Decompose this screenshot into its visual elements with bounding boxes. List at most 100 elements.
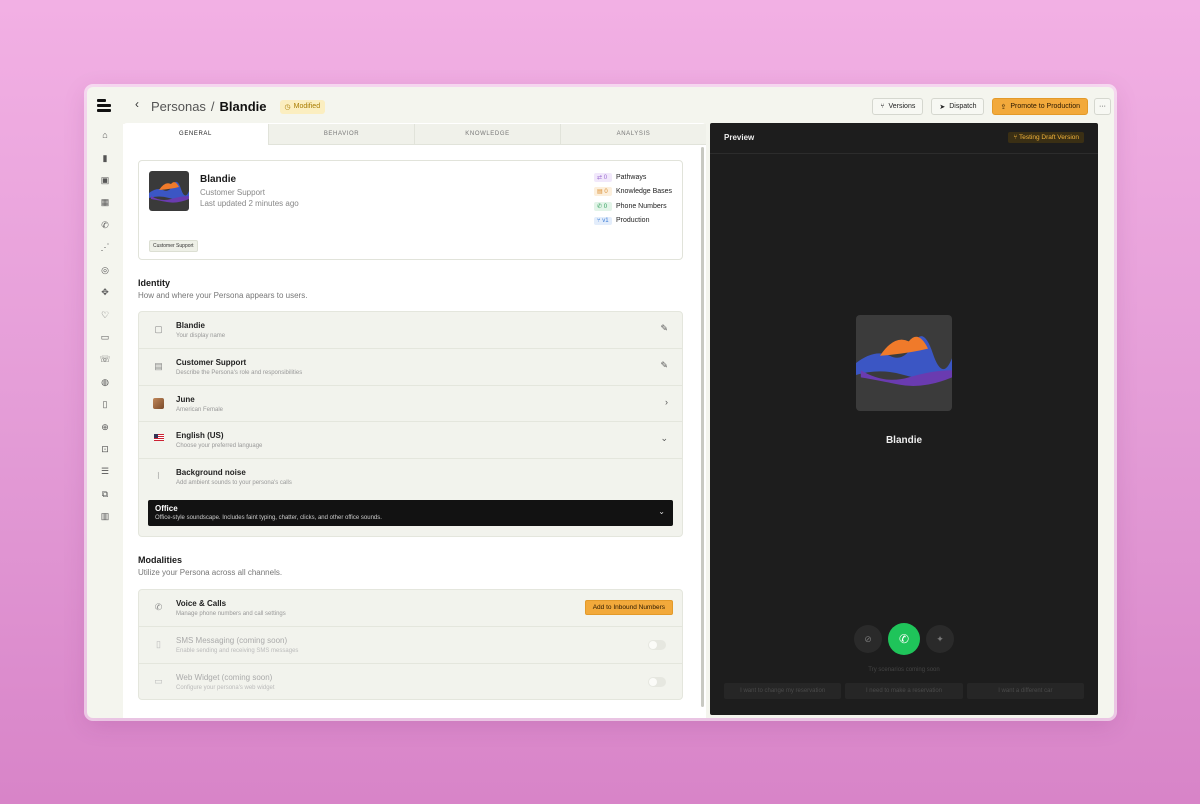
row-title: Web Widget (coming soon) bbox=[176, 672, 273, 682]
add-to-inbound-button[interactable]: Add to Inbound Numbers bbox=[584, 600, 673, 615]
sidebar-rail: ⌂ ▮ ▣ ▦ ✆ ⋰ ◎ ✥ ♡ ▭ ☏ ◍ ▯ ⊕ ⊡ ☰ ⧉ ▥ bbox=[87, 123, 123, 718]
row-subtitle: Add ambient sounds to your persona's cal… bbox=[176, 480, 292, 487]
identity-row-name[interactable]: ▢ Blandie Your display name ✎ bbox=[139, 312, 682, 349]
send-icon: ➤ bbox=[939, 103, 946, 111]
status-badge-label: Modified bbox=[293, 103, 321, 110]
stat-production[interactable]: ⑂ v1 Production bbox=[594, 214, 672, 229]
share-icon[interactable]: ⋰ bbox=[99, 241, 111, 253]
clock-icon: ◷ bbox=[284, 103, 291, 111]
row-title: Voice & Calls bbox=[176, 599, 227, 608]
identity-row-language[interactable]: English (US) Choose your preferred langu… bbox=[139, 422, 682, 460]
sparkle-icon[interactable]: ✦ bbox=[926, 625, 954, 653]
modality-row-widget: ▭ Web Widget (coming soon) Configure you… bbox=[139, 664, 682, 701]
versions-label: Versions bbox=[888, 103, 916, 110]
promote-button[interactable]: ⇪ Promote to Production bbox=[992, 98, 1088, 115]
row-subtitle: Your display name bbox=[176, 333, 226, 339]
branch-icon: ⑂ bbox=[880, 103, 885, 110]
tools-icon[interactable]: ⊡ bbox=[99, 443, 111, 455]
preview-persona-name: Blandie bbox=[885, 435, 923, 446]
persona-thumbnail bbox=[149, 171, 189, 211]
row-subtitle: Configure your persona's web widget bbox=[176, 684, 275, 691]
call-log-icon[interactable]: ☏ bbox=[99, 353, 111, 365]
breadcrumb-parent[interactable]: Personas bbox=[151, 99, 206, 114]
versions-button[interactable]: ⑂ Versions bbox=[872, 98, 924, 115]
integrations-icon[interactable]: ⧉ bbox=[99, 488, 111, 500]
globe-icon[interactable]: ◎ bbox=[99, 264, 111, 276]
chevron-down-icon[interactable]: ⌄ bbox=[660, 433, 668, 444]
suggestion-chip[interactable]: I want a different car bbox=[966, 683, 1084, 699]
chevron-right-icon[interactable]: › bbox=[665, 397, 668, 407]
document-icon[interactable]: ▯ bbox=[99, 398, 111, 410]
database-icon[interactable]: ☰ bbox=[99, 465, 111, 477]
persona-card: Blandie Customer Support Last updated 2 … bbox=[138, 160, 683, 260]
tab-knowledge[interactable]: KNOWLEDGE bbox=[415, 124, 561, 145]
tab-behavior[interactable]: BEHAVIOR bbox=[269, 124, 415, 145]
more-options-button[interactable]: ··· bbox=[1094, 98, 1111, 115]
table-icon[interactable]: ▦ bbox=[99, 196, 111, 208]
identity-row-voice[interactable]: June American Female › bbox=[139, 386, 682, 423]
preview-title: Preview bbox=[724, 133, 755, 142]
stat-knowledge[interactable]: ▤ 0 Knowledge Bases bbox=[594, 185, 672, 200]
suggestion-chip[interactable]: I need to make a reservation bbox=[845, 683, 963, 699]
breadcrumb-current: Blandie bbox=[219, 99, 267, 114]
home-icon[interactable]: ⌂ bbox=[99, 129, 111, 141]
tab-general[interactable]: GENERAL bbox=[123, 124, 269, 145]
preview-persona-image bbox=[856, 315, 952, 411]
dispatch-button[interactable]: ➤ Dispatch bbox=[931, 98, 985, 115]
noise-select-value: Office bbox=[155, 504, 178, 514]
pencil-icon[interactable]: ✎ bbox=[660, 323, 668, 334]
breadcrumb-separator: / bbox=[210, 99, 215, 114]
stat-pathways[interactable]: ⇄ 0 Pathways bbox=[594, 170, 672, 185]
promote-label: Promote to Production bbox=[1010, 103, 1080, 110]
briefcase-icon: ▤ bbox=[154, 360, 163, 371]
tab-analysis[interactable]: ANALYSIS bbox=[561, 124, 706, 145]
suggestion-list: I want to change my reservation I need t… bbox=[724, 683, 1084, 699]
mobile-icon: ▯ bbox=[156, 638, 161, 649]
mute-mic-icon[interactable]: ⊘ bbox=[854, 625, 882, 653]
user-card-icon: ▢ bbox=[154, 324, 163, 334]
waveform-icon: ⦚ bbox=[157, 471, 160, 482]
stat-phone[interactable]: ✆ 0 Phone Numbers bbox=[594, 199, 672, 214]
noise-select-description: Office-style soundscape. Includes faint … bbox=[155, 515, 382, 522]
world-icon[interactable]: ⊕ bbox=[99, 421, 111, 433]
persona-role: Customer Support bbox=[200, 188, 265, 197]
row-subtitle: American Female bbox=[176, 406, 224, 413]
pathways-count: ⇄ 0 bbox=[594, 172, 612, 182]
start-call-button[interactable]: ✆ bbox=[888, 623, 920, 655]
voice-icon[interactable]: ◍ bbox=[99, 376, 111, 388]
divider bbox=[710, 153, 1098, 154]
more-icon: ··· bbox=[1099, 103, 1106, 110]
docs-icon[interactable]: ▥ bbox=[99, 510, 111, 522]
suggestion-chip[interactable]: I want to change my reservation bbox=[724, 683, 842, 699]
dispatch-label: Dispatch bbox=[949, 103, 977, 110]
pathways-label: Pathways bbox=[616, 173, 647, 181]
scenario-hint: Try scenarios coming soon bbox=[868, 667, 940, 673]
widget-toggle[interactable] bbox=[648, 676, 666, 687]
top-bar: ‹ Personas / Blandie ◷ Modified ⑂ Versions… bbox=[87, 87, 1114, 123]
app-logo[interactable] bbox=[97, 99, 111, 113]
draft-version-badge: ⑂ Testing Draft Version bbox=[1008, 132, 1084, 143]
app-window: ‹ Personas / Blandie ◷ Modified ⑂ Versions… bbox=[87, 87, 1114, 718]
row-subtitle: Enable sending and receiving SMS message… bbox=[176, 647, 299, 654]
row-title: Customer Support bbox=[176, 357, 247, 367]
identity-row-role[interactable]: ▤ Customer Support Describe the Persona'… bbox=[139, 349, 682, 386]
status-badge: ◷ Modified bbox=[279, 99, 326, 114]
phone-count: ✆ 0 bbox=[594, 201, 612, 211]
noise-select[interactable]: Office Office-style soundscape. Includes… bbox=[148, 500, 673, 527]
upload-icon: ⇪ bbox=[1000, 103, 1007, 111]
pathways-icon[interactable]: ✥ bbox=[99, 286, 111, 298]
identity-subtitle: How and where your Persona appears to us… bbox=[138, 291, 308, 300]
analytics-icon[interactable]: ▮ bbox=[99, 152, 111, 164]
phone-icon[interactable]: ✆ bbox=[99, 219, 111, 231]
persona-tag: Customer Support bbox=[149, 240, 198, 252]
modalities-subtitle: Utilize your Persona across all channels… bbox=[138, 568, 283, 577]
personas-icon[interactable]: ♡ bbox=[99, 309, 111, 321]
contacts-icon[interactable]: ▣ bbox=[99, 174, 111, 186]
billing-icon[interactable]: ▭ bbox=[99, 331, 111, 343]
sms-toggle[interactable] bbox=[648, 639, 666, 650]
pencil-icon[interactable]: ✎ bbox=[660, 360, 668, 371]
persona-stats: ⇄ 0 Pathways ▤ 0 Knowledge Bases ✆ 0 Phone … bbox=[594, 170, 672, 228]
scrollbar[interactable] bbox=[701, 147, 704, 707]
draft-version-label: Testing Draft Version bbox=[1019, 134, 1079, 141]
chevron-left-icon[interactable]: ‹ bbox=[135, 97, 139, 111]
